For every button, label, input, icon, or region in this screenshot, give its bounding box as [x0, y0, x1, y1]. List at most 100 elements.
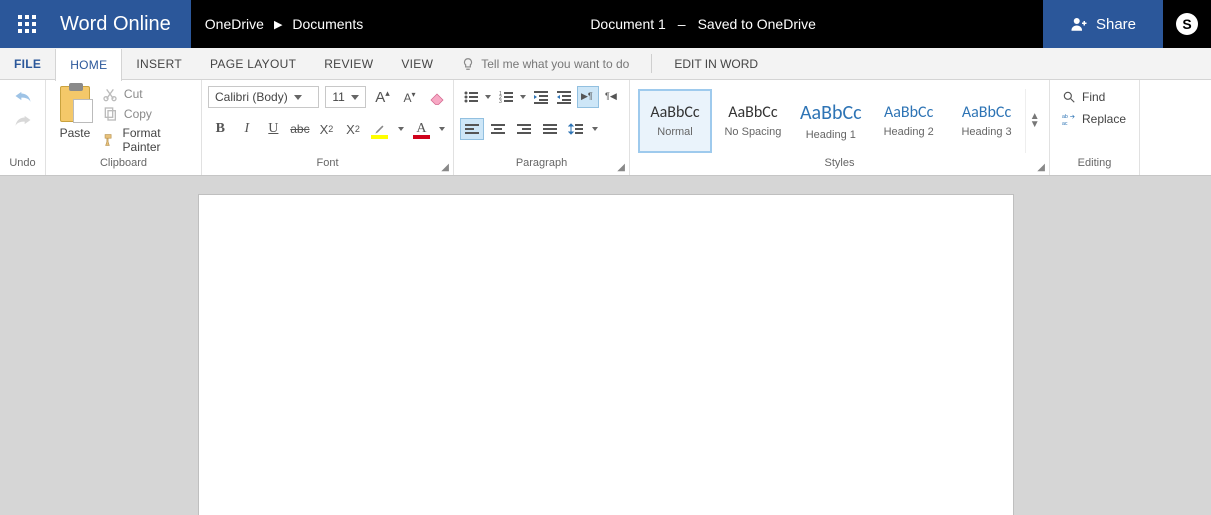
edit-in-word-button[interactable]: EDIT IN WORD	[660, 48, 772, 79]
font-color-button[interactable]: A	[411, 118, 432, 140]
tab-home[interactable]: HOME	[55, 49, 122, 81]
tab-view[interactable]: VIEW	[387, 48, 447, 79]
group-editing: Find abac Replace Editing	[1050, 80, 1140, 175]
redo-button[interactable]	[13, 112, 33, 128]
grow-font-button[interactable]: A▴	[372, 86, 393, 108]
search-icon	[1062, 90, 1076, 104]
svg-text:▶¶: ▶¶	[581, 91, 593, 101]
highlight-dropdown[interactable]	[396, 127, 405, 131]
style-name-label: Heading 1	[806, 129, 856, 141]
group-styles: AaBbCc Normal AaBbCc No Spacing AaBbCc H…	[630, 80, 1050, 175]
paste-icon	[60, 86, 90, 122]
tab-page-layout[interactable]: PAGE LAYOUT	[196, 48, 310, 79]
group-label-font: Font ◢	[202, 157, 453, 175]
document-canvas[interactable]	[0, 176, 1211, 515]
line-spacing-icon	[568, 121, 584, 137]
justify-icon	[542, 121, 558, 137]
font-color-dropdown[interactable]	[438, 127, 447, 131]
style-name-label: Normal	[657, 126, 692, 138]
replace-button[interactable]: abac Replace	[1062, 112, 1126, 126]
justify-button[interactable]	[538, 118, 562, 140]
line-spacing-dropdown[interactable]	[590, 127, 600, 131]
replace-icon: abac	[1062, 112, 1076, 126]
clear-formatting-button[interactable]	[426, 86, 447, 108]
ribbon-tabs: FILE HOME INSERT PAGE LAYOUT REVIEW VIEW…	[0, 48, 1211, 80]
outdent-icon	[533, 89, 549, 105]
bullets-button[interactable]	[460, 86, 482, 108]
numbering-button[interactable]: 123	[495, 86, 517, 108]
style-preview: AaBbCc	[962, 103, 1011, 122]
document-page[interactable]	[198, 194, 1014, 515]
tell-me-search[interactable]: Tell me what you want to do	[447, 48, 643, 79]
strikethrough-button[interactable]: abc	[290, 118, 311, 140]
cut-button[interactable]: Cut	[102, 86, 195, 102]
style-name-label: Heading 3	[961, 126, 1011, 138]
skype-button[interactable]: S	[1163, 0, 1211, 48]
align-right-button[interactable]	[512, 118, 536, 140]
shrink-font-icon: A▾	[403, 90, 415, 105]
align-center-button[interactable]	[486, 118, 510, 140]
svg-text:3: 3	[499, 99, 502, 105]
italic-button[interactable]: I	[237, 118, 258, 140]
styles-dialog-launcher[interactable]: ◢	[1037, 162, 1045, 173]
font-size-dropdown[interactable]: 11	[325, 86, 366, 108]
paragraph-dialog-launcher[interactable]: ◢	[617, 162, 625, 173]
align-right-icon	[516, 121, 532, 137]
brand-label[interactable]: Word Online	[54, 0, 191, 48]
copy-label: Copy	[124, 107, 152, 121]
breadcrumb-item[interactable]: Documents	[292, 16, 363, 32]
numbering-dropdown[interactable]	[519, 95, 528, 99]
ltr-button[interactable]: ▶¶	[577, 86, 599, 108]
tab-insert[interactable]: INSERT	[122, 48, 196, 79]
bold-button[interactable]: B	[210, 118, 231, 140]
styles-more-button[interactable]: ▲ ▼	[1025, 89, 1043, 153]
align-left-icon	[464, 121, 480, 137]
style-preview: AaBbCc	[650, 103, 699, 122]
format-painter-button[interactable]: Format Painter	[102, 126, 195, 154]
style-preview: AaBbCc	[800, 101, 862, 125]
style-no-spacing[interactable]: AaBbCc No Spacing	[716, 89, 790, 153]
decrease-indent-button[interactable]	[530, 86, 552, 108]
group-label-clipboard: Clipboard	[46, 157, 201, 175]
font-name-dropdown[interactable]: Calibri (Body)	[208, 86, 319, 108]
scissors-icon	[102, 86, 118, 102]
rtl-button[interactable]: ¶◀	[601, 86, 623, 108]
save-status: Saved to OneDrive	[698, 16, 816, 32]
align-left-button[interactable]	[460, 118, 484, 140]
breadcrumb-item[interactable]: OneDrive	[205, 16, 264, 32]
superscript-button[interactable]: X2	[343, 118, 364, 140]
shrink-font-button[interactable]: A▾	[399, 86, 420, 108]
style-normal[interactable]: AaBbCc Normal	[638, 89, 712, 153]
ribbon: Undo Paste Cut Copy Format Painter	[0, 80, 1211, 176]
style-heading-1[interactable]: AaBbCc Heading 1	[794, 89, 868, 153]
increase-indent-button[interactable]	[554, 86, 576, 108]
ltr-icon: ▶¶	[580, 89, 596, 105]
document-title[interactable]: Document 1	[590, 16, 665, 32]
share-label: Share	[1096, 16, 1136, 33]
style-heading-3[interactable]: AaBbCc Heading 3	[950, 89, 1024, 153]
bullets-icon	[463, 89, 479, 105]
group-label-editing: Editing	[1050, 157, 1139, 175]
style-heading-2[interactable]: AaBbCc Heading 2	[872, 89, 946, 153]
underline-button[interactable]: U	[263, 118, 284, 140]
grow-font-icon: A▴	[375, 88, 390, 106]
group-label-undo: Undo	[0, 157, 45, 175]
rtl-icon: ¶◀	[604, 89, 620, 105]
paste-button[interactable]: Paste	[52, 84, 98, 140]
paste-label: Paste	[60, 126, 91, 140]
share-button[interactable]: Share	[1043, 0, 1163, 48]
bullets-dropdown[interactable]	[484, 95, 493, 99]
undo-button[interactable]	[13, 88, 33, 104]
highlight-button[interactable]	[369, 118, 390, 140]
tab-review[interactable]: REVIEW	[310, 48, 387, 79]
find-button[interactable]: Find	[1062, 90, 1126, 104]
tab-file[interactable]: FILE	[0, 48, 55, 79]
separator-dash: –	[678, 16, 686, 32]
style-preview: AaBbCc	[728, 103, 777, 122]
subscript-button[interactable]: X2	[316, 118, 337, 140]
copy-button[interactable]: Copy	[102, 106, 195, 122]
line-spacing-button[interactable]	[564, 118, 588, 140]
font-dialog-launcher[interactable]: ◢	[441, 162, 449, 173]
app-launcher-button[interactable]	[0, 0, 54, 48]
breadcrumb: OneDrive ▶ Documents	[191, 0, 363, 48]
